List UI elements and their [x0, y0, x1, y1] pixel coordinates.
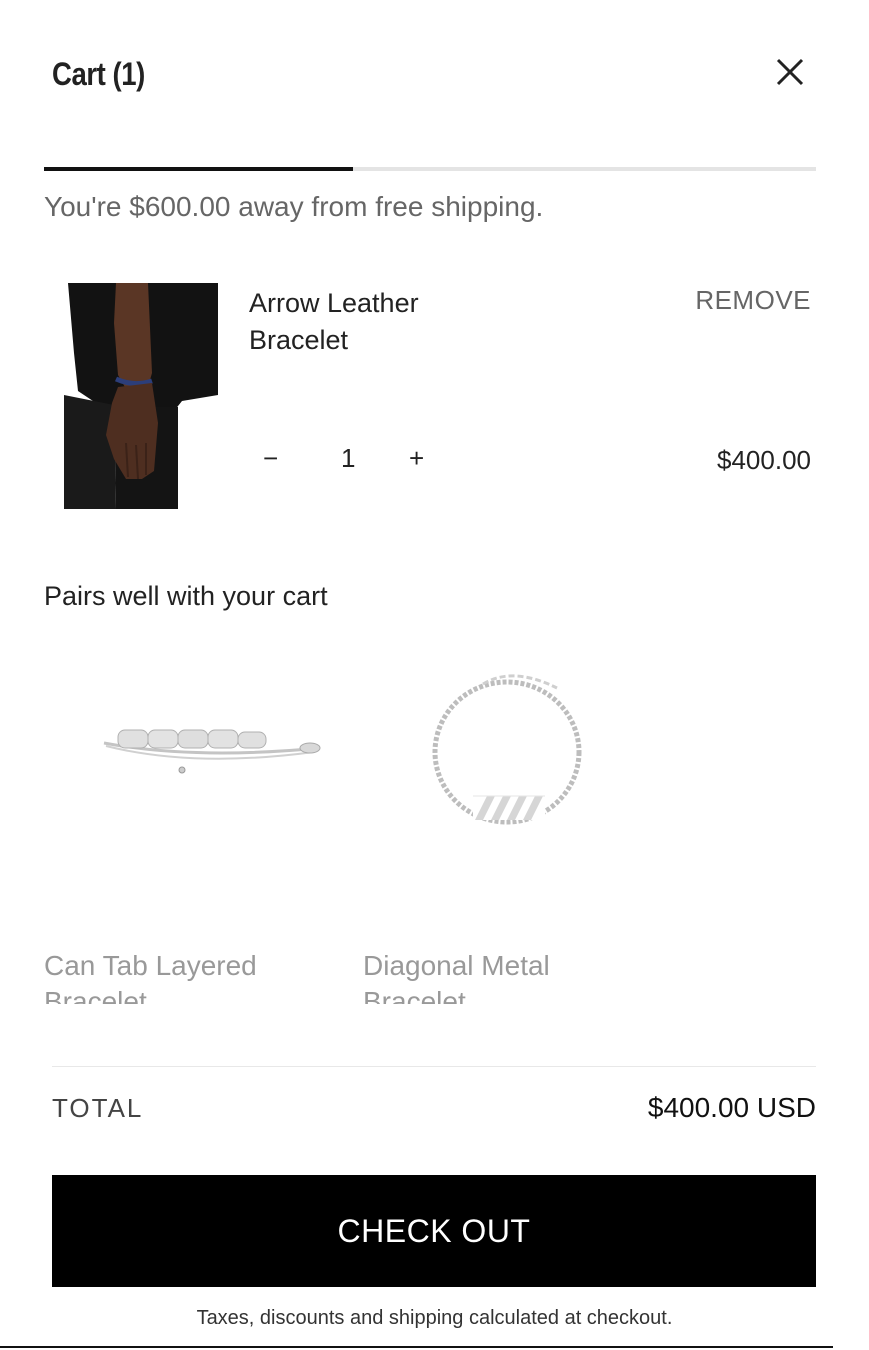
checkout-button[interactable]: CHECK OUT	[52, 1175, 816, 1287]
cart-title: Cart (1)	[52, 56, 145, 92]
recommendation-name[interactable]: Diagonal Metal Bracelet	[363, 948, 653, 1004]
line-item-price: $400.00	[717, 445, 811, 475]
free-shipping-message: You're $600.00 away from free shipping.	[44, 191, 544, 222]
progress-fill	[44, 167, 353, 171]
recommendation-image[interactable]	[363, 648, 653, 868]
total-value: $400.00 USD	[647, 1092, 816, 1123]
bottom-divider	[0, 1346, 833, 1348]
decrease-quantity-button[interactable]: −	[263, 443, 278, 474]
cart-line-item: Arrow Leather Bracelet REMOVE − 1 + $400…	[44, 283, 816, 513]
product-image[interactable]	[56, 283, 218, 509]
recommendation-name[interactable]: Can Tab Layered Bracelet	[44, 948, 334, 1004]
recommendation-card[interactable]: Diagonal Metal Bracelet	[363, 648, 663, 1008]
recommendation-card[interactable]: Can Tab Layered Bracelet	[44, 648, 344, 1008]
recommendation-image[interactable]	[44, 648, 334, 868]
close-icon[interactable]	[772, 54, 808, 90]
quantity-value[interactable]: 1	[341, 443, 355, 474]
recommendations-heading: Pairs well with your cart	[44, 581, 328, 611]
increase-quantity-button[interactable]: +	[409, 443, 424, 474]
total-label: TOTAL	[52, 1093, 144, 1123]
remove-button[interactable]: REMOVE	[695, 285, 811, 316]
quantity-stepper: − 1 +	[249, 443, 449, 479]
checkout-disclaimer: Taxes, discounts and shipping calculated…	[196, 1307, 673, 1329]
footer-divider	[52, 1066, 816, 1067]
product-name[interactable]: Arrow Leather Bracelet	[249, 285, 509, 359]
cart-header: Cart (1)	[52, 52, 812, 96]
free-shipping-progress-bar	[44, 167, 816, 171]
